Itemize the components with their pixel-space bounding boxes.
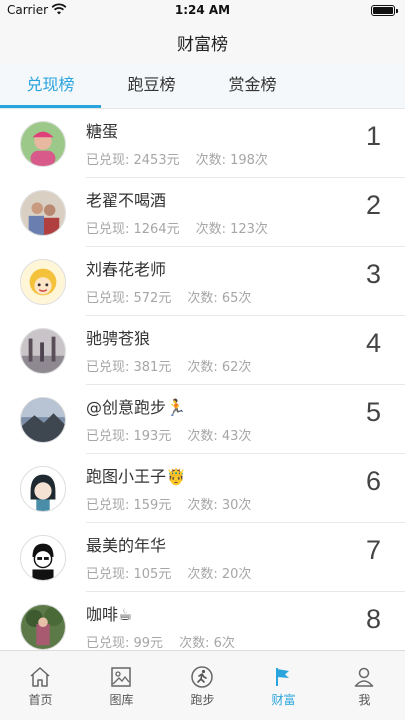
redeem-count: 次数: 123次 — [195, 222, 268, 237]
user-stats: 已兑现: 193元 次数: 43次 — [86, 425, 251, 444]
navigation-bar: 财富榜 — [0, 20, 405, 63]
user-stats: 已兑现: 2453元 次数: 198次 — [86, 149, 268, 168]
avatar — [20, 397, 66, 443]
flag-icon — [276, 668, 289, 686]
cashed-amount: 已兑现: 381元 — [86, 360, 172, 375]
tabbar-item-running[interactable]: 跑步 — [162, 651, 243, 720]
tabbar-label: 我 — [358, 693, 371, 707]
avatar — [20, 121, 66, 167]
status-bar: Carrier 1:24 AM — [0, 0, 405, 20]
user-name: 最美的年华 — [86, 536, 167, 555]
user-name: @创意跑步🏃 — [86, 398, 186, 417]
cashed-amount: 已兑现: 2453元 — [86, 153, 180, 168]
battery-icon — [371, 5, 398, 16]
list-item[interactable]: @创意跑步🏃 已兑现: 193元 次数: 43次 5 — [0, 385, 405, 454]
gallery-icon — [111, 667, 131, 687]
cashed-amount: 已兑现: 99元 — [86, 636, 164, 650]
user-stats: 已兑现: 381元 次数: 62次 — [86, 356, 251, 375]
user-stats: 已兑现: 99元 次数: 6次 — [86, 632, 235, 650]
rank-number: 4 — [365, 328, 381, 358]
list-item[interactable]: 驰骋苍狼 已兑现: 381元 次数: 62次 4 — [0, 316, 405, 385]
user-name: 咖啡☕ — [86, 605, 133, 624]
rank-number: 1 — [365, 121, 381, 151]
tabbar-item-wealth[interactable]: 财富 — [243, 651, 324, 720]
list-item[interactable]: 刘春花老师 已兑现: 572元 次数: 65次 3 — [0, 247, 405, 316]
user-name: 驰骋苍狼 — [86, 329, 151, 348]
page-title: 财富榜 — [177, 35, 228, 55]
redeem-count: 次数: 20次 — [187, 567, 252, 582]
redeem-count: 次数: 198次 — [195, 153, 268, 168]
redeem-count: 次数: 43次 — [187, 429, 252, 444]
user-name: 糖蛋 — [86, 122, 119, 141]
avatar — [20, 328, 66, 374]
list-item[interactable]: 老翟不喝酒 已兑现: 1264元 次数: 123次 2 — [0, 178, 405, 247]
tabbar-item-home[interactable]: 首页 — [0, 651, 81, 720]
user-icon — [354, 667, 374, 687]
tabbar-label: 跑步 — [190, 693, 215, 707]
rank-number: 5 — [365, 397, 381, 427]
running-icon — [191, 666, 213, 688]
redeem-count: 次数: 65次 — [187, 291, 252, 306]
redeem-count: 次数: 30次 — [187, 498, 252, 513]
tabbar-item-me[interactable]: 我 — [324, 651, 405, 720]
rank-number: 2 — [365, 190, 381, 220]
tabbar-label: 图库 — [109, 693, 134, 707]
avatar — [20, 259, 66, 305]
tab-bean-ranking[interactable]: 跑豆榜 — [101, 63, 202, 109]
redeem-count: 次数: 6次 — [179, 636, 235, 650]
user-name: 刘春花老师 — [86, 260, 167, 279]
home-icon — [30, 667, 50, 687]
tabbar-label: 首页 — [28, 693, 53, 707]
user-stats: 已兑现: 572元 次数: 65次 — [86, 287, 251, 306]
rank-number: 6 — [365, 466, 381, 496]
avatar — [20, 535, 66, 581]
ranking-list[interactable]: 糖蛋 已兑现: 2453元 次数: 198次 1 老翟不喝酒 已兑现: 1264元… — [0, 109, 405, 650]
avatar — [20, 466, 66, 512]
bottom-tab-bar: 首页 图库 跑步 财富 我 — [0, 650, 405, 720]
user-name: 老翟不喝酒 — [86, 191, 167, 210]
list-item[interactable]: 跑图小王子🤴 已兑现: 159元 次数: 30次 6 — [0, 454, 405, 523]
list-item[interactable]: 最美的年华 已兑现: 105元 次数: 20次 7 — [0, 523, 405, 592]
cashed-amount: 已兑现: 1264元 — [86, 222, 180, 237]
tabbar-label: 财富 — [271, 693, 296, 707]
tab-bounty-ranking[interactable]: 赏金榜 — [202, 63, 303, 109]
rank-number: 7 — [365, 535, 381, 565]
user-stats: 已兑现: 105元 次数: 20次 — [86, 563, 251, 582]
tab-cash-ranking[interactable]: 兑现榜 — [0, 63, 101, 109]
user-name: 跑图小王子🤴 — [86, 467, 186, 486]
redeem-count: 次数: 62次 — [187, 360, 252, 375]
avatar — [20, 604, 66, 650]
cashed-amount: 已兑现: 105元 — [86, 567, 172, 582]
rank-number: 3 — [365, 259, 381, 289]
user-stats: 已兑现: 159元 次数: 30次 — [86, 494, 251, 513]
user-stats: 已兑现: 1264元 次数: 123次 — [86, 218, 268, 237]
avatar — [20, 190, 66, 236]
cashed-amount: 已兑现: 193元 — [86, 429, 172, 444]
ranking-tabs: 兑现榜 跑豆榜 赏金榜 — [0, 63, 405, 109]
rank-number: 8 — [365, 604, 381, 634]
active-tab-indicator — [0, 105, 101, 108]
list-item[interactable]: 糖蛋 已兑现: 2453元 次数: 198次 1 — [0, 109, 405, 178]
clock: 1:24 AM — [174, 3, 231, 17]
list-item[interactable]: 咖啡☕ 已兑现: 99元 次数: 6次 8 — [0, 592, 405, 650]
tabbar-item-gallery[interactable]: 图库 — [81, 651, 162, 720]
cashed-amount: 已兑现: 572元 — [86, 291, 172, 306]
cashed-amount: 已兑现: 159元 — [86, 498, 172, 513]
